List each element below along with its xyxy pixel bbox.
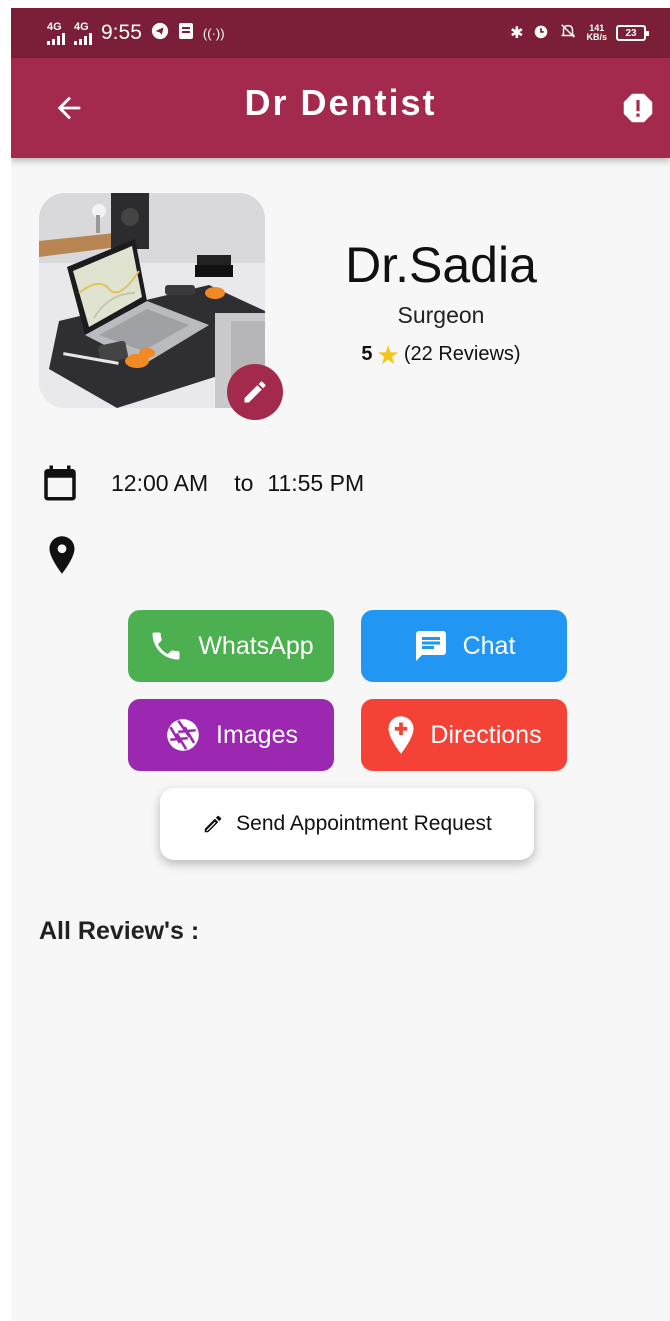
pencil-icon <box>204 815 222 833</box>
directions-button[interactable]: Directions <box>361 699 567 771</box>
calendar-icon <box>44 465 76 501</box>
hotspot-icon: ((·)) <box>202 25 225 41</box>
speed-unit: KB/s <box>586 32 607 42</box>
network-type-1: 4G <box>47 20 62 33</box>
camera-shutter-icon <box>167 719 199 751</box>
doctor-specialty: Surgeon <box>397 302 485 328</box>
telegram-icon <box>151 22 169 45</box>
alarm-icon <box>532 22 550 45</box>
network-speed: 141 KB/s <box>586 24 607 42</box>
signal-bars-icon <box>74 32 92 45</box>
star-icon: ★ <box>376 339 400 370</box>
review-count: (22 Reviews) <box>403 343 521 365</box>
reviews-heading: All Review's : <box>39 917 200 945</box>
location-pin-icon <box>49 536 75 574</box>
status-left: 4G 4G 9:55 ((·)) <box>47 21 225 45</box>
network-type-2: 4G <box>74 20 89 33</box>
send-appointment-button[interactable]: Send Appointment Request <box>160 788 534 860</box>
send-appointment-label: Send Appointment Request <box>236 812 492 835</box>
alert-icon <box>623 93 653 123</box>
images-button[interactable]: Images <box>128 699 334 771</box>
pencil-icon <box>244 381 266 403</box>
status-right: ✱ 141 KB/s 23 <box>510 22 649 45</box>
signal-2: 4G <box>74 20 92 45</box>
battery-level: 23 <box>625 27 637 39</box>
directions-label: Directions <box>430 720 542 749</box>
report-button[interactable] <box>618 88 658 128</box>
whatsapp-label: WhatsApp <box>198 631 314 660</box>
phone-icon <box>152 632 180 660</box>
images-label: Images <box>216 720 298 749</box>
app-notification-icon <box>178 22 194 45</box>
app-bar: Dr Dentist <box>11 58 670 158</box>
time-separator: to <box>234 469 254 496</box>
end-time: 11:55 PM <box>267 469 365 496</box>
edit-photo-button[interactable] <box>227 364 283 420</box>
bluetooth-icon: ✱ <box>510 25 524 42</box>
schedule-row: 12:00 AM to 11:55 PM <box>39 460 364 506</box>
add-location-icon <box>388 716 414 754</box>
status-bar: 4G 4G 9:55 ((·)) ✱ 141 KB/s 23 <box>11 8 670 58</box>
app-title: Dr Dentist <box>244 82 437 123</box>
battery-icon: 23 <box>616 25 649 41</box>
whatsapp-button[interactable]: WhatsApp <box>128 610 334 682</box>
status-time: 9:55 <box>101 21 142 44</box>
chat-label: Chat <box>462 631 516 660</box>
signal-1: 4G <box>47 20 65 45</box>
rating-value: 5 <box>361 343 373 365</box>
doctor-name: Dr.Sadia <box>345 237 537 293</box>
signal-bars-icon <box>47 32 65 45</box>
location-row <box>47 536 77 579</box>
start-time: 12:00 AM <box>111 469 209 496</box>
app-screen: 4G 4G 9:55 ((·)) ✱ 141 KB/s 23 Dr Dentis… <box>11 8 670 1321</box>
chat-button[interactable]: Chat <box>361 610 567 682</box>
mute-icon <box>559 22 577 45</box>
message-icon <box>415 631 446 661</box>
doctor-rating: 5 ★ (22 Reviews) <box>291 339 591 370</box>
